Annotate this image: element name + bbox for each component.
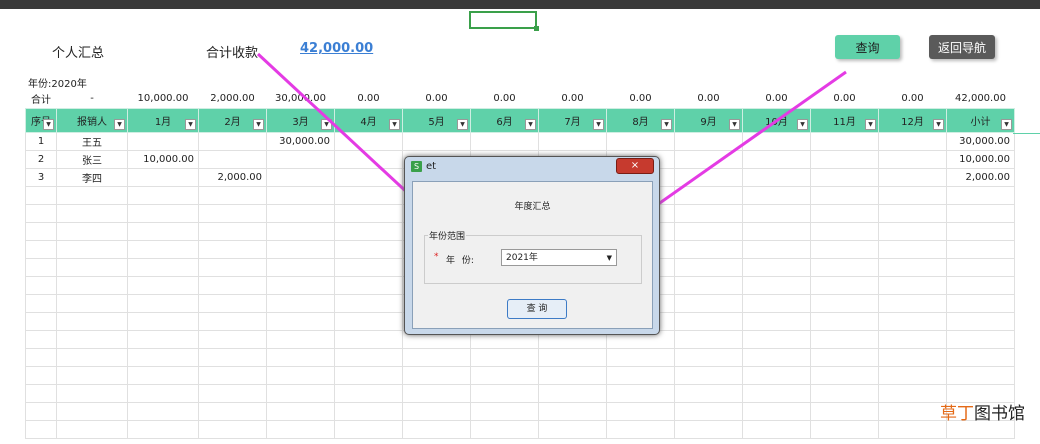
dialog-title-bar: S et [411, 161, 436, 172]
app-icon: S [411, 161, 422, 172]
chevron-down-icon: ▼ [606, 254, 612, 262]
year-select-value: 2021年 [506, 253, 538, 263]
dialog-title: et [426, 161, 437, 172]
year-field-label: 年 份: [446, 256, 474, 266]
year-summary-dialog: S et × 年度汇总 年份范围 * 年 份: 2021年 ▼ 查 询 [404, 156, 660, 335]
year-range-group: 年份范围 * 年 份: 2021年 ▼ [424, 229, 642, 284]
close-button[interactable]: × [616, 158, 654, 174]
required-mark: * [434, 252, 439, 262]
year-range-label: 年份范围 [428, 229, 467, 242]
dialog-query-button[interactable]: 查 询 [507, 299, 567, 319]
watermark: 草丁图书馆 [940, 404, 1025, 424]
dialog-body: 年度汇总 年份范围 * 年 份: 2021年 ▼ 查 询 [412, 181, 653, 329]
dialog-heading: 年度汇总 [514, 202, 551, 212]
year-select[interactable]: 2021年 ▼ [501, 249, 617, 266]
